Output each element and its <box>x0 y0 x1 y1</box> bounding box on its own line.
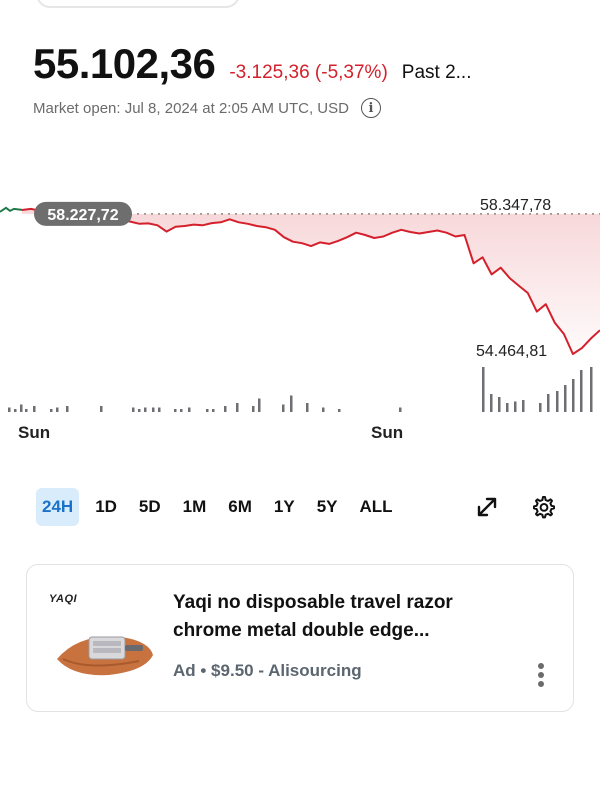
sponsored-ad-card[interactable]: YAQI Yaqi no disposable travel razor chr… <box>26 564 574 712</box>
price-chart[interactable]: 58.227,72 58.347,78 54.464,81 Sun Sun <box>0 190 600 450</box>
volume-bar <box>33 406 36 412</box>
x-tick-2: Sun <box>371 423 403 442</box>
market-status-row: Market open: Jul 8, 2024 at 2:05 AM UTC,… <box>33 96 381 120</box>
prior-series-line <box>0 206 23 213</box>
volume-bar <box>290 395 293 412</box>
volume-bar <box>8 407 11 412</box>
ad-brand-logo: YAQI <box>49 593 78 605</box>
volume-bar <box>580 370 583 412</box>
y-tick-high: 58.347,78 <box>480 197 551 214</box>
info-icon[interactable]: i <box>360 98 381 118</box>
price-marker-label: 58.227,72 <box>47 207 118 224</box>
volume-bar <box>506 403 509 412</box>
price-change: -3.125,36 (-5,37%) <box>229 62 388 83</box>
volume-bar <box>572 379 575 412</box>
range-button-6m[interactable]: 6M <box>222 488 258 526</box>
volume-bar <box>490 394 493 412</box>
volume-bar <box>56 407 59 412</box>
volume-bar <box>282 404 285 412</box>
range-button-5d[interactable]: 5D <box>133 488 167 526</box>
market-status: Market open: Jul 8, 2024 at 2:05 AM UTC,… <box>33 99 349 117</box>
volume-bar <box>522 400 525 412</box>
volume-bar <box>14 409 17 412</box>
current-price: 55.102,36 <box>33 40 216 87</box>
time-range-selector: 24H 1D 5D 1M 6M 1Y 5Y ALL <box>36 488 409 526</box>
volume-bar <box>322 407 325 412</box>
volume-bar <box>564 385 567 412</box>
previous-card-edge <box>36 0 240 8</box>
volume-bar <box>258 398 261 412</box>
range-button-all[interactable]: ALL <box>354 488 399 526</box>
volume-bar <box>158 407 161 412</box>
range-button-1y[interactable]: 1Y <box>268 488 301 526</box>
x-tick-1: Sun <box>18 423 50 442</box>
price-marker: 58.227,72 <box>34 201 132 226</box>
bottom-edge <box>0 790 600 800</box>
volume-bar <box>556 391 559 412</box>
volume-bar <box>539 403 542 412</box>
ad-title[interactable]: Yaqi no disposable travel razor chrome m… <box>173 589 523 645</box>
volume-bar <box>174 409 177 412</box>
volume-bar <box>144 407 147 412</box>
volume-bar <box>252 406 255 412</box>
volume-bar <box>206 409 209 412</box>
range-button-1m[interactable]: 1M <box>177 488 213 526</box>
volume-bar <box>138 409 141 412</box>
volume-bar <box>590 367 593 412</box>
volume-bar <box>212 409 215 412</box>
period-label: Past 2... <box>401 62 472 83</box>
volume-bar <box>25 409 28 412</box>
volume-bar <box>498 397 501 412</box>
volume-bar <box>132 407 135 412</box>
volume-bar <box>482 367 485 412</box>
volume-bar <box>338 409 341 412</box>
gear-icon[interactable] <box>530 494 556 520</box>
volume-bar <box>514 401 517 412</box>
volume-bar <box>20 404 23 412</box>
volume-bar <box>188 407 191 412</box>
range-button-1d[interactable]: 1D <box>89 488 123 526</box>
ad-meta: Ad • $9.50 - Alisourcing <box>173 661 362 680</box>
volume-bar <box>100 406 103 412</box>
more-vertical-icon[interactable] <box>533 661 549 691</box>
range-button-24h[interactable]: 24H <box>36 488 80 526</box>
razor-case-image <box>57 636 153 676</box>
volume-bar <box>547 394 550 412</box>
volume-bar <box>306 403 309 412</box>
quote-header: 55.102,36 -3.125,36 (-5,37%) Past 2... <box>33 40 471 92</box>
range-button-5y[interactable]: 5Y <box>311 488 344 526</box>
volume-bar <box>50 409 53 412</box>
volume-bar <box>236 403 239 412</box>
volume-bar <box>224 406 227 412</box>
volume-bar <box>180 409 183 412</box>
y-tick-low: 54.464,81 <box>476 343 547 360</box>
expand-icon[interactable] <box>474 494 500 520</box>
volume-bar <box>66 406 69 412</box>
volume-bar <box>152 407 155 412</box>
volume-bar <box>399 407 402 412</box>
